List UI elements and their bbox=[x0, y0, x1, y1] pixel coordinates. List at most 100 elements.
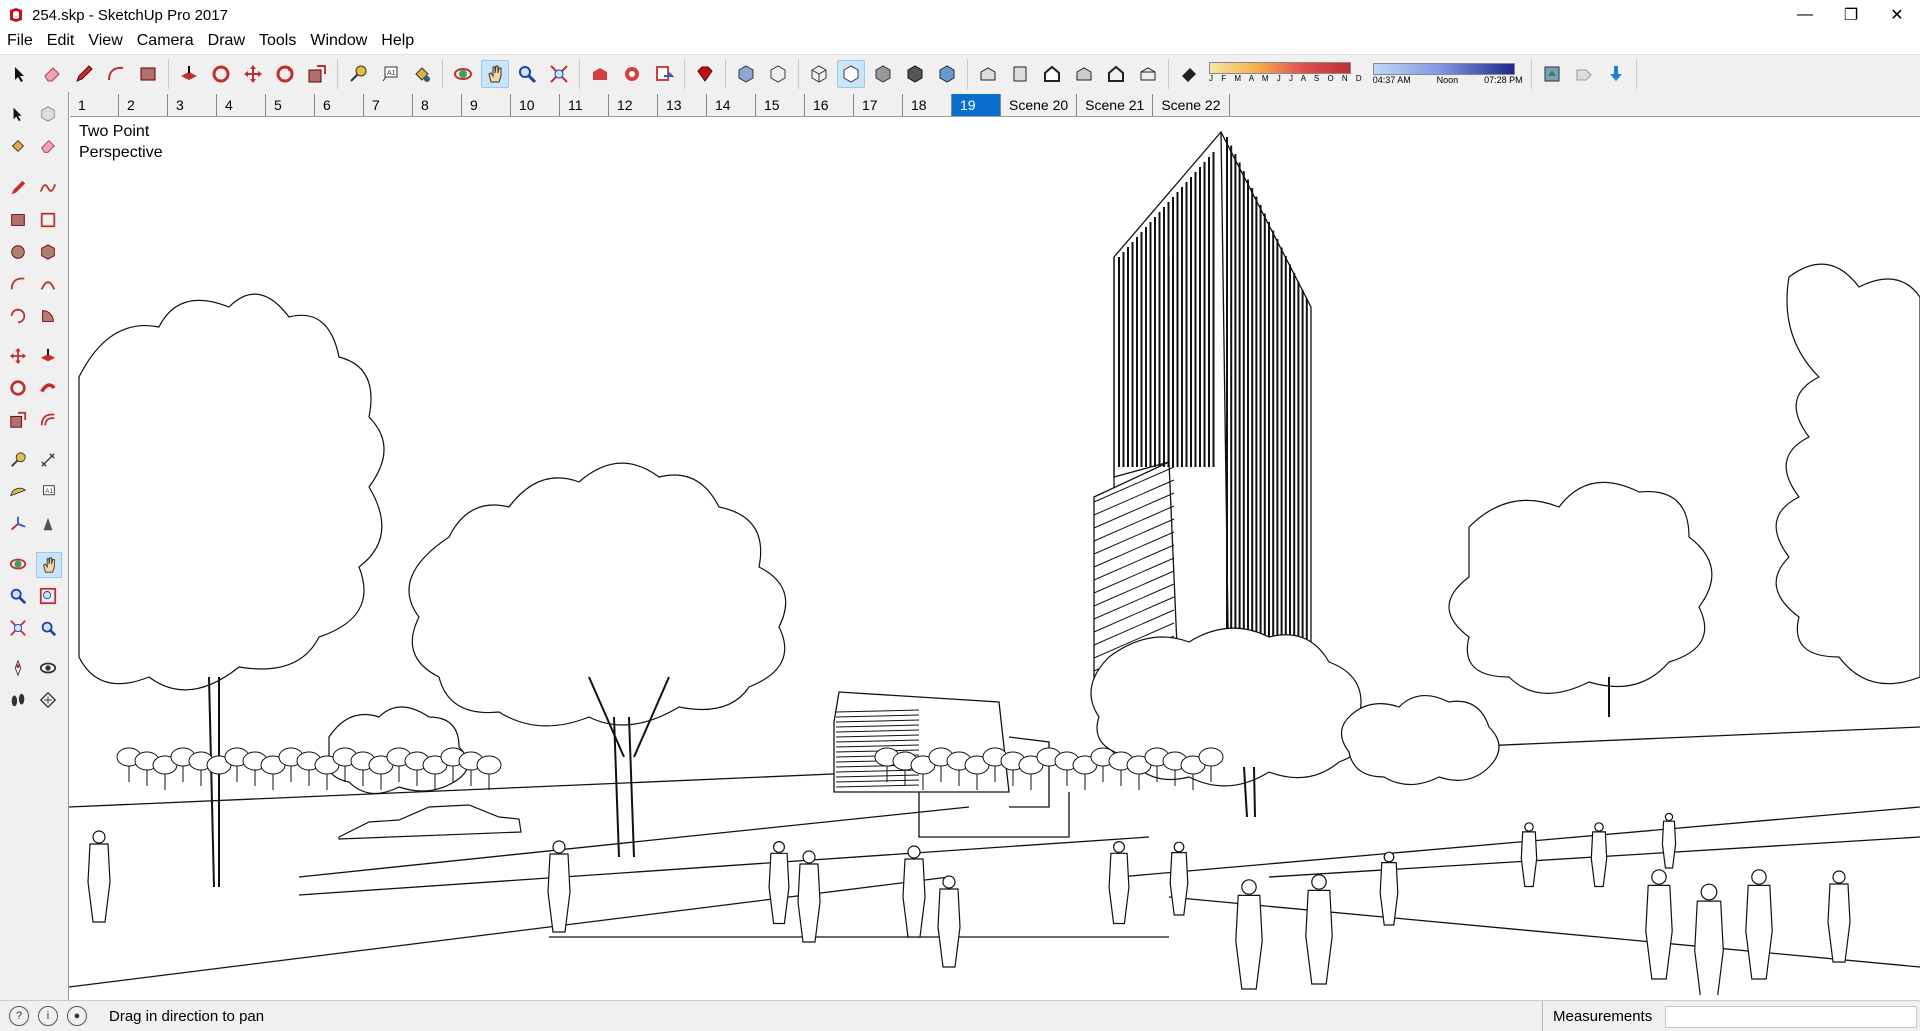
3d-text-icon[interactable] bbox=[36, 512, 60, 536]
rotate-icon[interactable] bbox=[271, 60, 299, 88]
look-around-icon[interactable] bbox=[36, 656, 60, 680]
pan-icon[interactable] bbox=[36, 552, 62, 578]
wireframe-icon[interactable] bbox=[805, 60, 833, 88]
pie-icon[interactable] bbox=[36, 304, 60, 328]
menu-edit[interactable]: Edit bbox=[40, 32, 82, 50]
followme-icon[interactable] bbox=[36, 376, 60, 400]
shaded-icon[interactable] bbox=[869, 60, 897, 88]
scene-tab[interactable]: 15 bbox=[756, 94, 805, 116]
zoom-extents-icon[interactable] bbox=[6, 616, 30, 640]
arc-icon[interactable] bbox=[6, 272, 30, 296]
month-slider[interactable] bbox=[1209, 62, 1351, 74]
scene-tab[interactable]: 4 bbox=[217, 94, 266, 116]
three-point-arc-icon[interactable] bbox=[6, 304, 30, 328]
right-icon[interactable] bbox=[1070, 60, 1098, 88]
restore-button[interactable]: ❐ bbox=[1828, 0, 1874, 30]
minimize-button[interactable]: — bbox=[1782, 0, 1828, 30]
shadows-icon[interactable] bbox=[1175, 60, 1203, 88]
axes-icon[interactable] bbox=[6, 512, 30, 536]
menu-view[interactable]: View bbox=[81, 32, 129, 50]
circle-icon[interactable] bbox=[6, 240, 30, 264]
rectangle-icon[interactable] bbox=[6, 208, 30, 232]
geo-location-status-icon[interactable]: ? bbox=[9, 1006, 29, 1026]
scene-tab[interactable]: 9 bbox=[462, 94, 511, 116]
rectangle-icon[interactable] bbox=[134, 60, 162, 88]
zoom-icon[interactable] bbox=[513, 60, 541, 88]
two-point-arc-icon[interactable] bbox=[36, 272, 60, 296]
protractor-icon[interactable] bbox=[6, 480, 30, 504]
menu-help[interactable]: Help bbox=[374, 32, 421, 50]
paint-icon[interactable] bbox=[6, 134, 30, 158]
ruby-icon[interactable] bbox=[691, 60, 719, 88]
pencil-icon[interactable] bbox=[70, 60, 98, 88]
dimension-icon[interactable] bbox=[36, 448, 60, 472]
info-icon[interactable]: i bbox=[38, 1006, 58, 1026]
eraser-icon[interactable] bbox=[38, 60, 66, 88]
move-icon[interactable] bbox=[239, 60, 267, 88]
walk-icon[interactable] bbox=[6, 688, 30, 712]
move-icon[interactable] bbox=[6, 344, 30, 368]
download-icon[interactable] bbox=[1602, 60, 1630, 88]
paint-icon[interactable] bbox=[408, 60, 436, 88]
user-account-icon[interactable]: ● bbox=[67, 1006, 87, 1026]
scene-tab[interactable]: 18 bbox=[903, 94, 952, 116]
tag-icon[interactable] bbox=[1570, 60, 1598, 88]
xray-icon[interactable] bbox=[732, 60, 760, 88]
front-icon[interactable] bbox=[1038, 60, 1066, 88]
monochrome-icon[interactable] bbox=[933, 60, 961, 88]
geo-location-icon[interactable] bbox=[1538, 60, 1566, 88]
tape-icon[interactable] bbox=[6, 448, 30, 472]
pushpull-icon[interactable] bbox=[36, 344, 60, 368]
polygon-icon[interactable] bbox=[36, 240, 60, 264]
scene-tab[interactable]: Scene 22 bbox=[1153, 94, 1230, 116]
scene-tab[interactable]: 10 bbox=[511, 94, 560, 116]
arc-icon[interactable] bbox=[102, 60, 130, 88]
sendlayout-icon[interactable] bbox=[650, 60, 678, 88]
scene-tab[interactable]: 13 bbox=[658, 94, 707, 116]
textured-icon[interactable] bbox=[901, 60, 929, 88]
drawing-viewport[interactable]: Two Point Perspective bbox=[69, 117, 1920, 995]
iso-icon[interactable] bbox=[974, 60, 1002, 88]
extension-icon[interactable] bbox=[618, 60, 646, 88]
previous-view-icon[interactable] bbox=[36, 616, 60, 640]
hiddenline-icon[interactable] bbox=[837, 60, 865, 88]
top-icon[interactable] bbox=[1006, 60, 1034, 88]
scene-tab[interactable]: 3 bbox=[168, 94, 217, 116]
scene-tab[interactable]: 14 bbox=[707, 94, 756, 116]
left-icon[interactable] bbox=[1134, 60, 1162, 88]
scene-tab[interactable]: 6 bbox=[315, 94, 364, 116]
component-icon[interactable] bbox=[36, 102, 60, 126]
backedges-icon[interactable] bbox=[764, 60, 792, 88]
rotate-icon[interactable] bbox=[6, 376, 30, 400]
scene-tab[interactable]: Scene 20 bbox=[1001, 94, 1078, 116]
close-button[interactable]: ✕ bbox=[1874, 0, 1920, 30]
menu-draw[interactable]: Draw bbox=[201, 32, 252, 50]
orbit-icon[interactable] bbox=[6, 552, 30, 576]
pushpull-icon[interactable] bbox=[175, 60, 203, 88]
warehouse-icon[interactable] bbox=[586, 60, 614, 88]
scene-tab[interactable]: 5 bbox=[266, 94, 315, 116]
menu-file[interactable]: File bbox=[0, 32, 40, 50]
back-icon[interactable] bbox=[1102, 60, 1130, 88]
menu-camera[interactable]: Camera bbox=[130, 32, 201, 50]
scene-tab[interactable]: 12 bbox=[609, 94, 658, 116]
time-slider[interactable] bbox=[1372, 63, 1515, 75]
rotated-rectangle-icon[interactable] bbox=[36, 208, 60, 232]
select-icon[interactable] bbox=[6, 60, 34, 88]
pan-icon[interactable] bbox=[481, 60, 509, 88]
scene-tab[interactable]: 7 bbox=[364, 94, 413, 116]
scene-tab[interactable]: 17 bbox=[854, 94, 903, 116]
text-icon[interactable]: A1 bbox=[376, 60, 404, 88]
zoom-window-icon[interactable] bbox=[36, 584, 60, 608]
menu-window[interactable]: Window bbox=[303, 32, 374, 50]
menu-tools[interactable]: Tools bbox=[252, 32, 303, 50]
scene-tab[interactable]: 19 bbox=[952, 94, 1001, 116]
scene-tab[interactable]: 2 bbox=[119, 94, 168, 116]
scene-tab[interactable]: 11 bbox=[560, 94, 609, 116]
measurements-input[interactable] bbox=[1665, 1006, 1917, 1028]
followme-icon[interactable] bbox=[207, 60, 235, 88]
scene-tab[interactable]: 8 bbox=[413, 94, 462, 116]
zoom-icon[interactable] bbox=[6, 584, 30, 608]
position-camera-icon[interactable] bbox=[6, 656, 30, 680]
section-plane-icon[interactable] bbox=[36, 688, 60, 712]
